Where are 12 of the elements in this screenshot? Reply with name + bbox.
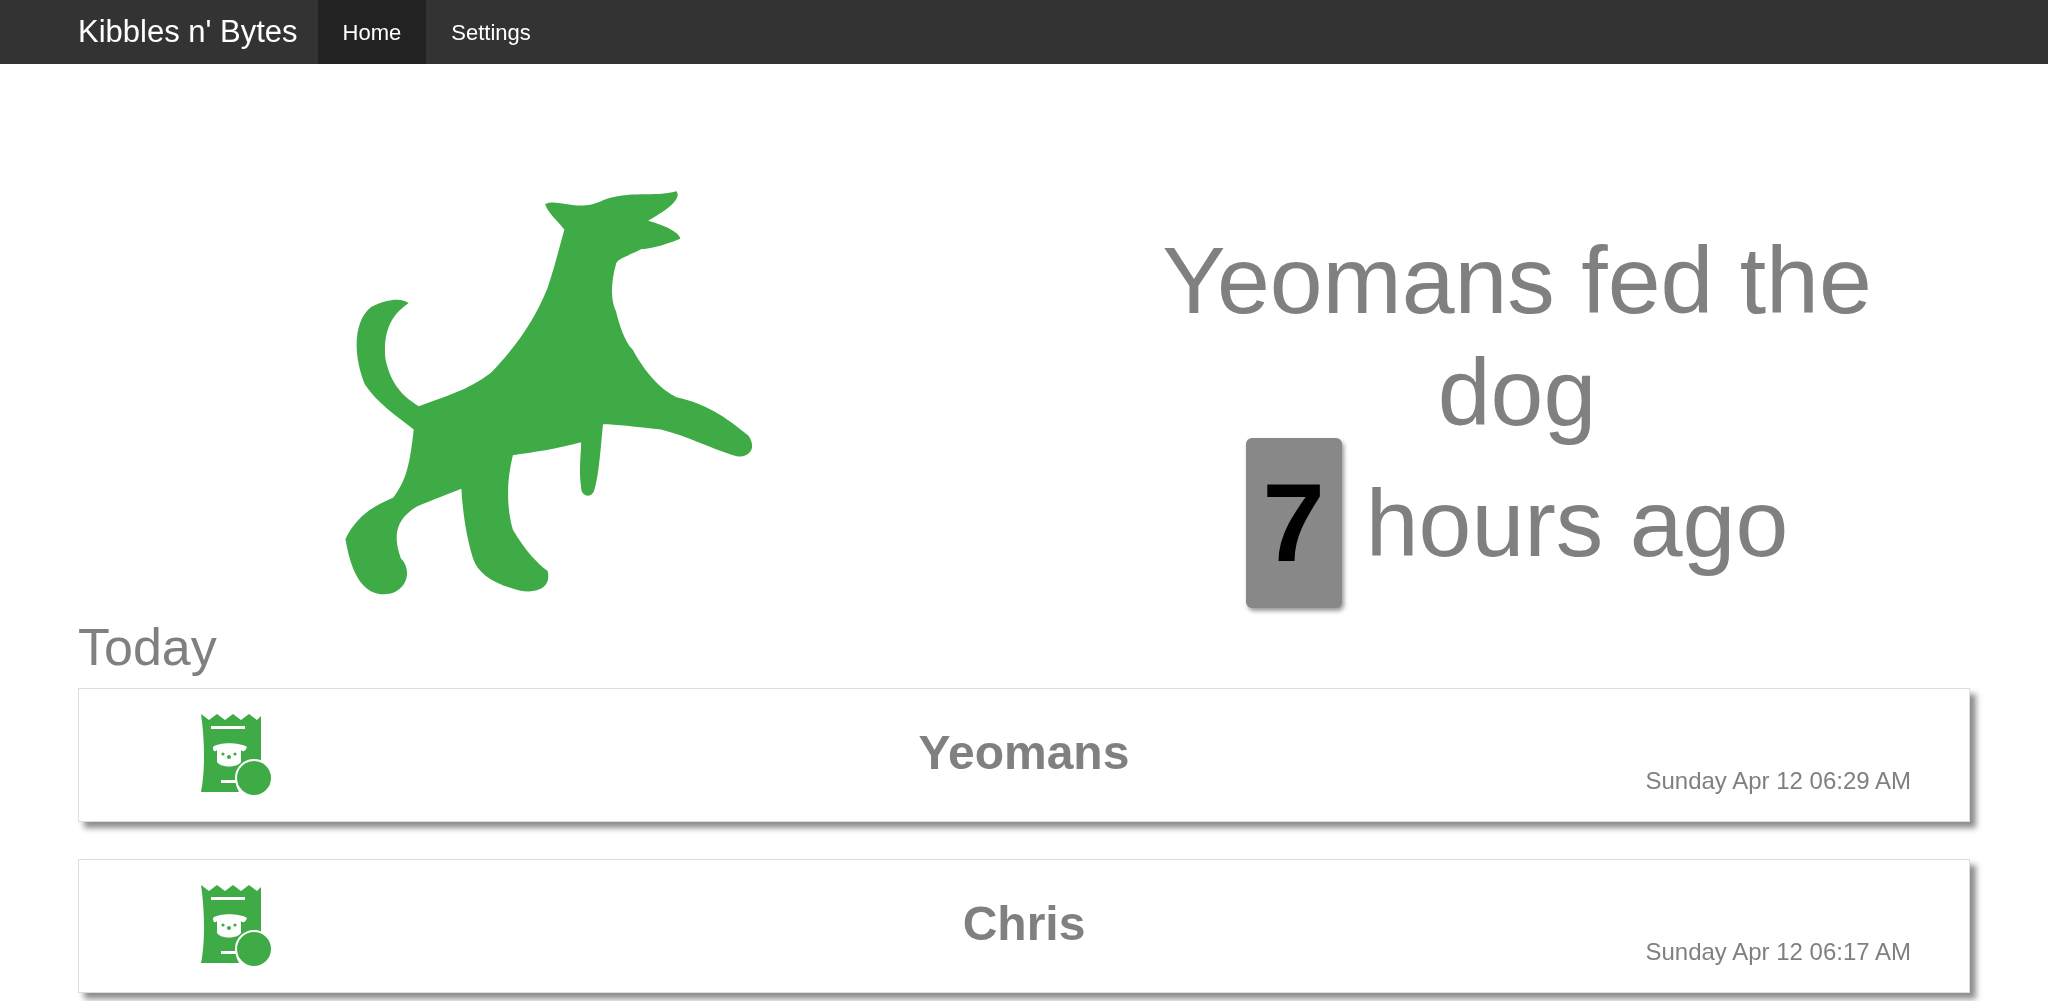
status-unit: hours ago bbox=[1365, 468, 1789, 578]
nav-tab[interactable]: Home bbox=[317, 0, 427, 64]
food-bag-icon bbox=[199, 712, 274, 798]
nav-tab[interactable]: Settings bbox=[426, 0, 556, 64]
feeding-time: Sunday Apr 12 06:29 AM bbox=[1645, 766, 1911, 796]
brand-title[interactable]: Kibbles n' Bytes bbox=[78, 8, 298, 56]
food-bag-icon bbox=[199, 883, 274, 969]
counter-tile: 7 bbox=[1245, 438, 1342, 608]
section-title: Today bbox=[78, 617, 218, 678]
feeder-name: Chris bbox=[962, 896, 1086, 952]
feeding-time: Sunday Apr 12 06:17 AM bbox=[1645, 937, 1911, 967]
feeder-name: Yeomans bbox=[918, 725, 1130, 781]
